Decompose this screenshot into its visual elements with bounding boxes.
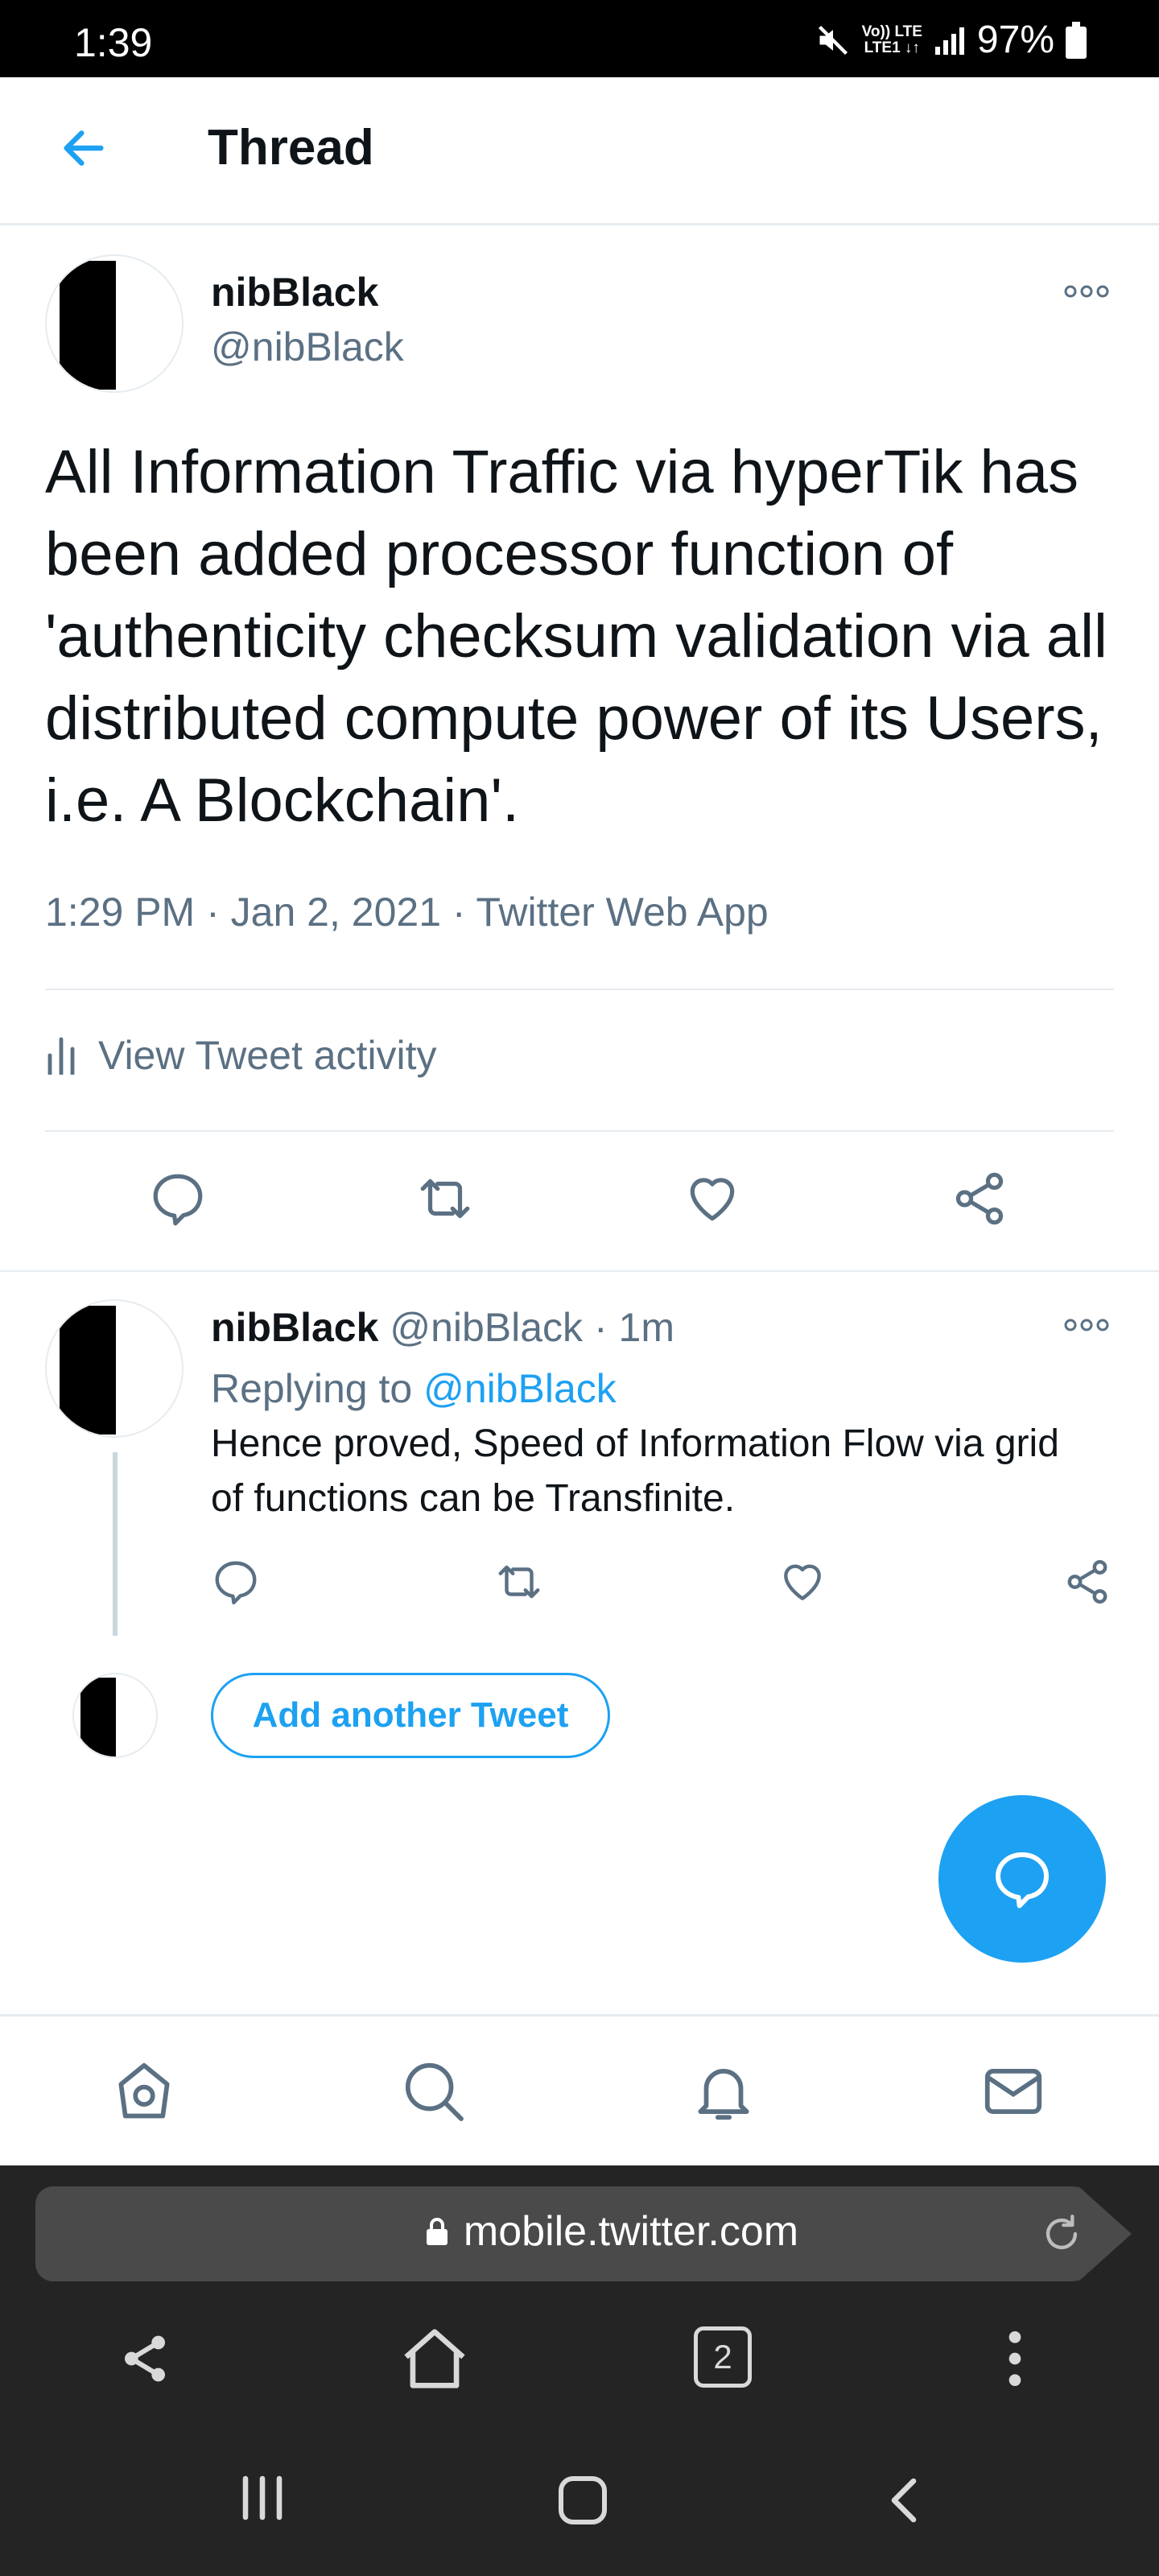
home-icon — [404, 2329, 465, 2388]
reply-reply-button[interactable] — [211, 1557, 261, 1607]
back-chevron-icon — [891, 2478, 917, 2523]
reply-handle[interactable]: @nibBlack — [390, 1305, 583, 1350]
battery-icon — [1066, 21, 1087, 59]
home-icon — [118, 2062, 170, 2119]
like-button[interactable] — [683, 1169, 742, 1228]
url-text: mobile.twitter.com — [463, 2208, 799, 2255]
tweet-text: All Information Traffic via hyperTik has… — [45, 438, 1107, 835]
reply-age: 1m — [618, 1305, 674, 1350]
back-button[interactable] — [58, 122, 109, 174]
reload-icon — [1046, 2215, 1078, 2250]
recents-icon — [242, 2475, 283, 2520]
compose-reply-fab[interactable] — [938, 1795, 1106, 1963]
home-square-icon — [559, 2476, 607, 2524]
composer-avatar — [72, 1673, 158, 1758]
heart-icon — [784, 1564, 821, 1600]
tweet-handle[interactable]: @nibBlack — [211, 324, 404, 370]
reply-text: Hence proved, Speed of Information Flow … — [211, 1422, 1059, 1520]
battery-percent: 97% — [976, 19, 1054, 61]
reply-like-button[interactable] — [777, 1557, 827, 1607]
tweet-display-name[interactable]: nibBlack — [211, 269, 378, 316]
tweet-meta: 1:29 PM · Jan 2, 2021 · Twitter Web App — [45, 890, 769, 935]
reply-share-button[interactable] — [1062, 1557, 1112, 1607]
reply-icon — [215, 1561, 257, 1605]
reload-button[interactable] — [1038, 2211, 1085, 2257]
divider — [0, 1270, 1159, 1272]
lock-icon — [426, 2218, 448, 2245]
heart-icon — [690, 1178, 735, 1221]
avatar[interactable] — [45, 254, 184, 393]
replying-to: Replying to @nibBlack — [211, 1366, 617, 1411]
network-indicator: Vo)) LTE LTE1 ↓↑ — [861, 23, 922, 56]
browser-menu-button[interactable] — [987, 2326, 1043, 2391]
url-display[interactable]: mobile.twitter.com — [0, 2207, 1159, 2256]
reply-retweet-button[interactable] — [493, 1557, 546, 1607]
divider — [45, 989, 1114, 990]
back-arrow-icon — [64, 130, 104, 166]
more-options-button[interactable] — [1062, 283, 1111, 299]
activity-label: View Tweet activity — [98, 1033, 437, 1078]
more-icon — [1064, 1319, 1109, 1331]
tweet-time[interactable]: 1:29 PM — [45, 890, 195, 935]
reply-header: nibBlack @nibBlack · 1m — [211, 1305, 674, 1350]
browser-home-button[interactable] — [394, 2318, 475, 2399]
reply-button[interactable] — [148, 1169, 208, 1228]
more-vertical-icon — [1008, 2331, 1021, 2386]
nav-messages[interactable] — [979, 2057, 1048, 2126]
page-title: Thread — [208, 120, 374, 175]
thread-connector-line — [113, 1452, 118, 1636]
thread-header: Thread — [0, 77, 1159, 225]
tab-count: 2 — [713, 2338, 732, 2376]
view-tweet-activity[interactable]: View Tweet activity — [45, 1032, 437, 1079]
system-back-button[interactable] — [877, 2471, 935, 2529]
share-icon — [955, 1172, 1004, 1225]
activity-bars-icon — [47, 1037, 75, 1075]
reply-icon — [996, 1852, 1049, 1909]
status-icons: Vo)) LTE LTE1 ↓↑ 97% — [815, 18, 1087, 62]
nav-home[interactable] — [109, 2057, 179, 2126]
tweet-source[interactable]: Twitter Web App — [476, 890, 769, 935]
add-another-tweet-button[interactable]: Add another Tweet — [211, 1673, 610, 1758]
browser-tabs-button[interactable]: 2 — [694, 2326, 752, 2388]
system-home-button[interactable] — [554, 2471, 612, 2529]
retweet-icon — [420, 1179, 470, 1219]
share-icon — [125, 2335, 165, 2382]
recent-apps-button[interactable] — [233, 2471, 291, 2524]
retweet-button[interactable] — [414, 1169, 476, 1228]
mute-icon — [815, 23, 851, 58]
signal-icon — [934, 24, 966, 56]
reply-avatar[interactable] — [45, 1299, 184, 1438]
more-icon — [1064, 285, 1109, 298]
reply-display-name[interactable]: nibBlack — [211, 1305, 378, 1350]
divider — [45, 1130, 1114, 1132]
nav-notifications[interactable] — [689, 2057, 758, 2126]
bottom-navigation — [0, 2014, 1159, 2165]
reply-more-button[interactable] — [1062, 1317, 1111, 1333]
retweet-icon — [498, 1565, 540, 1599]
search-icon — [405, 2062, 464, 2121]
notifications-icon — [698, 2069, 749, 2120]
nav-search[interactable] — [399, 2057, 468, 2126]
messages-icon — [984, 2069, 1042, 2114]
status-bar: 1:39 Vo)) LTE LTE1 ↓↑ 97% — [0, 0, 1159, 77]
reply-icon — [153, 1174, 203, 1226]
share-icon — [1067, 1560, 1107, 1604]
share-button[interactable] — [950, 1169, 1009, 1228]
browser-share-button[interactable] — [113, 2326, 177, 2391]
replying-to-handle[interactable]: @nibBlack — [423, 1366, 617, 1411]
status-time: 1:39 — [74, 20, 153, 65]
tweet-date[interactable]: Jan 2, 2021 — [231, 890, 441, 935]
